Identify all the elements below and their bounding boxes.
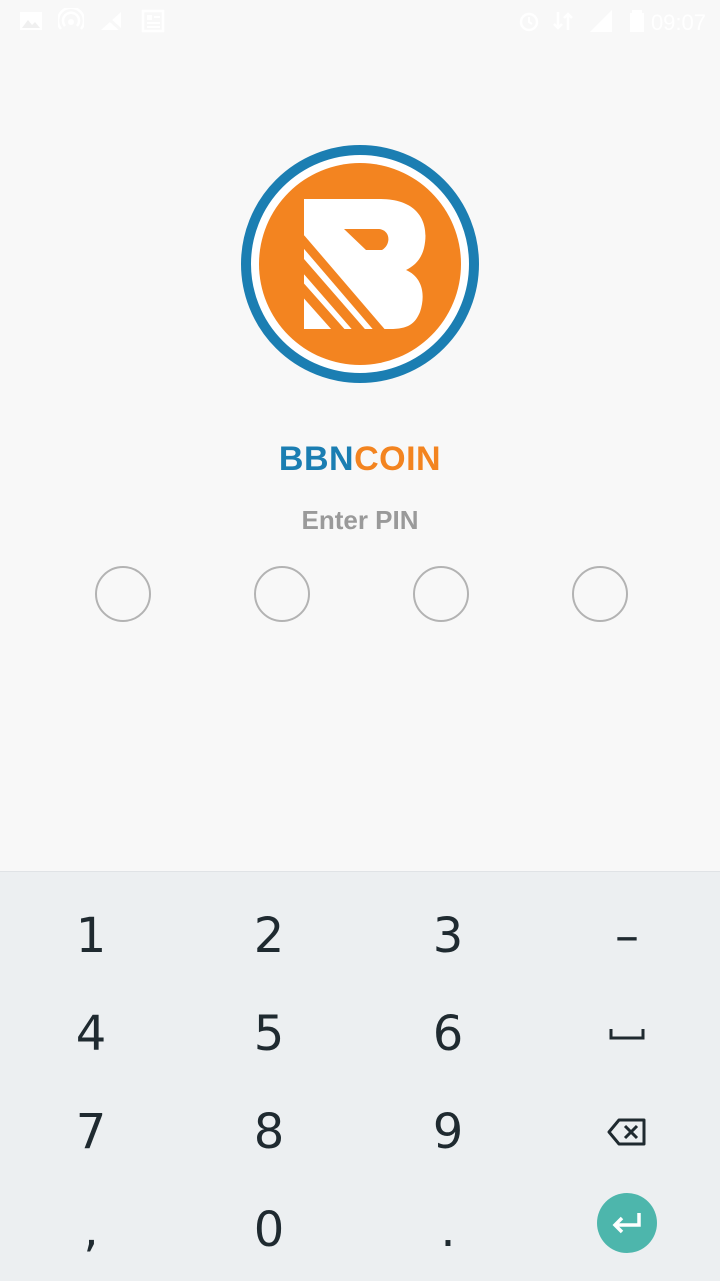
app-logo [241, 145, 479, 383]
key-backspace[interactable] [538, 1083, 716, 1181]
data-icon [553, 12, 573, 30]
backspace-icon [607, 1118, 646, 1146]
enter-icon [612, 1213, 641, 1234]
key-enter[interactable] [538, 1174, 716, 1272]
key-comma[interactable]: , [2, 1181, 180, 1279]
key-0[interactable]: 0 [180, 1181, 358, 1279]
key-dash[interactable]: – [538, 887, 716, 985]
key-9[interactable]: 9 [359, 1083, 537, 1181]
space-icon [609, 1029, 645, 1040]
no-signal-icon [99, 10, 123, 32]
brand-title: BBNCOIN [0, 440, 720, 479]
pin-dot-3 [413, 566, 469, 622]
key-2[interactable]: 2 [180, 887, 358, 985]
signal-icon [590, 10, 612, 32]
key-7[interactable]: 7 [2, 1083, 180, 1181]
key-6[interactable]: 6 [359, 985, 537, 1083]
image-icon [20, 12, 42, 30]
numeric-keyboard: 1 2 3 – 4 5 6 7 8 9 , 0 . [0, 871, 720, 1281]
key-4[interactable]: 4 [2, 985, 180, 1083]
battery-icon [630, 10, 644, 32]
brand-title-part1: BBN [278, 440, 355, 478]
pin-dot-4 [572, 566, 628, 622]
hotspot-icon [58, 8, 84, 30]
pin-dot-2 [254, 566, 310, 622]
news-icon [141, 9, 165, 33]
enter-button[interactable] [597, 1193, 657, 1253]
key-5[interactable]: 5 [180, 985, 358, 1083]
key-period[interactable]: . [359, 1181, 537, 1279]
pin-dot-1 [95, 566, 151, 622]
alarm-icon [519, 12, 539, 32]
key-1[interactable]: 1 [2, 887, 180, 985]
key-8[interactable]: 8 [180, 1083, 358, 1181]
status-bar: 09:07 [0, 0, 720, 44]
brand-title-part2: COIN [354, 440, 442, 478]
key-space[interactable] [538, 985, 716, 1083]
enter-pin-label: Enter PIN [301, 505, 419, 535]
status-time: 09:07 [650, 10, 706, 35]
key-3[interactable]: 3 [359, 887, 537, 985]
